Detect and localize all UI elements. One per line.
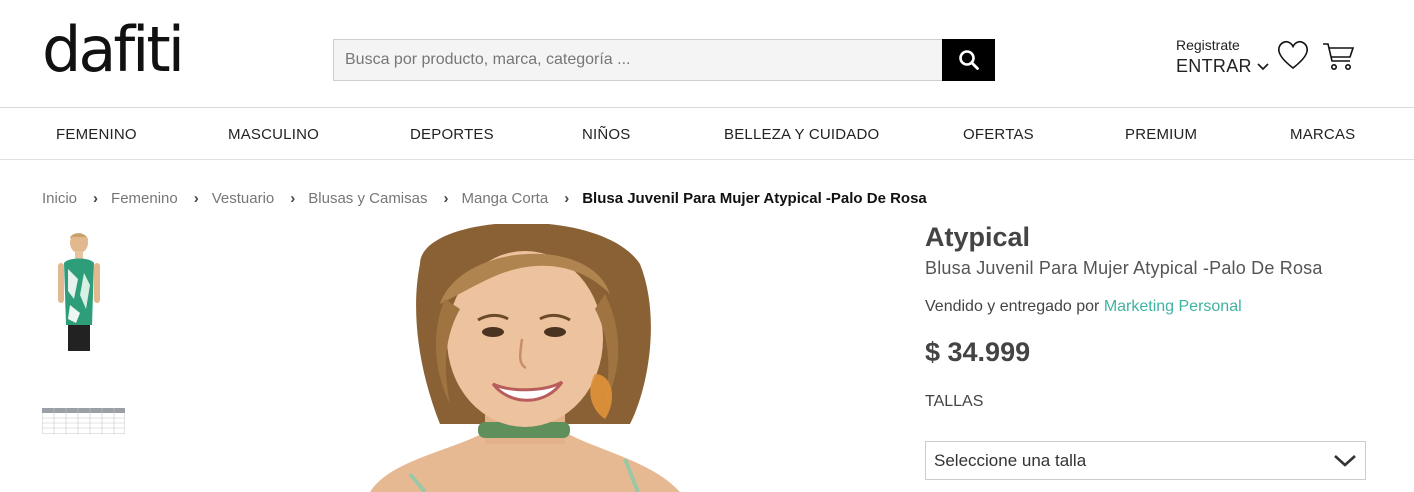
size-select-label: Seleccione una talla — [934, 450, 1087, 470]
product-name: Blusa Juvenil Para Mujer Atypical -Palo … — [925, 258, 1323, 278]
login-label: ENTRAR — [1176, 56, 1252, 76]
seller-link[interactable]: Marketing Personal — [1104, 298, 1242, 315]
nav-item-belleza[interactable]: BELLEZA Y CUIDADO — [724, 126, 879, 143]
product-price: $ 34.999 — [925, 337, 1031, 367]
sizes-label: TALLAS — [925, 393, 984, 410]
account-menu[interactable]: Registrate ENTRAR — [1176, 37, 1270, 77]
nav-item-deportes[interactable]: DEPORTES — [410, 126, 494, 143]
product-brand[interactable]: Atypical — [925, 222, 1030, 253]
seller-info: Vendido y entregado por Marketing Person… — [925, 298, 1242, 316]
chevron-right-icon: › — [193, 190, 199, 207]
size-select[interactable]: Seleccione una talla — [925, 441, 1366, 480]
breadcrumb-item-femenino[interactable]: Femenino — [111, 190, 178, 207]
cart-icon[interactable] — [1322, 41, 1356, 73]
nav-item-marcas[interactable]: MARCAS — [1290, 126, 1355, 143]
breadcrumb: Inicio › Femenino › Vestuario › Blusas y… — [42, 190, 927, 207]
search-input[interactable] — [333, 39, 942, 81]
search-button[interactable] — [942, 39, 995, 81]
site-header: dafiti Registrate ENTRAR — [0, 0, 1414, 108]
register-link[interactable]: Registrate — [1176, 37, 1270, 53]
chevron-right-icon: › — [564, 190, 570, 207]
login-dropdown[interactable]: ENTRAR — [1176, 56, 1270, 77]
dafiti-logo[interactable]: dafiti — [42, 14, 185, 86]
search-icon — [958, 50, 979, 70]
chevron-down-icon — [1334, 454, 1356, 467]
nav-item-femenino[interactable]: FEMENINO — [56, 126, 137, 143]
nav-item-premium[interactable]: PREMIUM — [1125, 126, 1197, 143]
seller-prefix: Vendido y entregado por — [925, 298, 1100, 315]
heart-icon[interactable] — [1276, 38, 1310, 72]
product-thumbnail-1[interactable] — [50, 229, 108, 351]
chevron-right-icon: › — [290, 190, 296, 207]
chevron-down-icon — [1257, 62, 1269, 70]
product-main-image[interactable] — [350, 224, 695, 492]
breadcrumb-item-manga-corta[interactable]: Manga Corta — [461, 190, 548, 207]
nav-item-ninos[interactable]: NIÑOS — [582, 126, 631, 143]
search-bar — [333, 39, 995, 81]
size-chart-thumbnail[interactable] — [42, 408, 125, 434]
breadcrumb-item-vestuario[interactable]: Vestuario — [212, 190, 275, 207]
breadcrumb-item-blusas[interactable]: Blusas y Camisas — [308, 190, 427, 207]
chevron-right-icon: › — [93, 190, 99, 207]
breadcrumb-item-inicio[interactable]: Inicio — [42, 190, 77, 207]
chevron-right-icon: › — [443, 190, 449, 207]
nav-item-masculino[interactable]: MASCULINO — [228, 126, 319, 143]
nav-item-ofertas[interactable]: OFERTAS — [963, 126, 1034, 143]
main-nav: FEMENINO MASCULINO DEPORTES NIÑOS BELLEZ… — [0, 109, 1414, 160]
breadcrumb-current: Blusa Juvenil Para Mujer Atypical -Palo … — [582, 190, 927, 207]
